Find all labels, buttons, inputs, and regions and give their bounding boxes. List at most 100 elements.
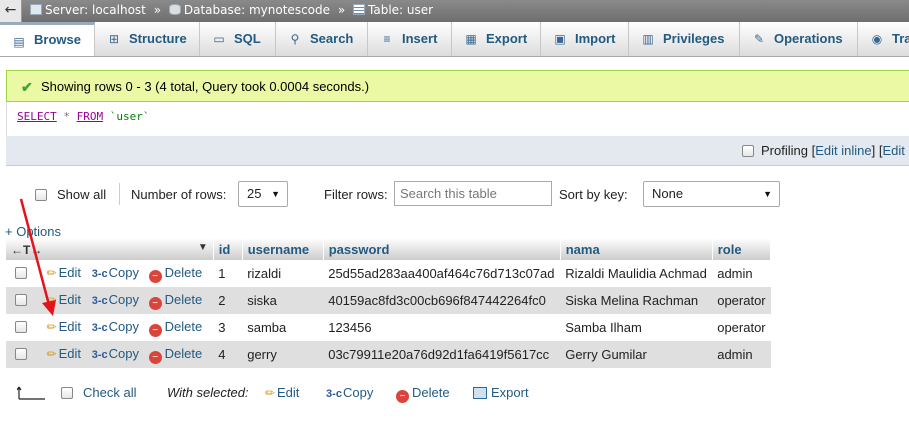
server-icon (30, 4, 42, 15)
tab-privileges[interactable]: ▥ Privileges (629, 22, 740, 56)
results-table: ←T→ ▼ id username password nama role ✏ Ed… (6, 238, 772, 368)
tab-browse[interactable]: ▤ Browse (0, 22, 95, 56)
tab-label: Search (310, 31, 354, 46)
tab-label: Tra (892, 31, 909, 46)
cell-nama[interactable]: Gerry Gumilar (560, 341, 713, 368)
bulk-delete-button[interactable]: − Delete (396, 385, 450, 403)
cell-username[interactable]: siska (242, 287, 324, 314)
delete-label: Delete (164, 291, 203, 307)
sql-star: * (63, 110, 70, 123)
cell-password[interactable]: 123456 (323, 314, 561, 341)
number-of-rows-label: Number of rows: (131, 187, 227, 202)
cell-role[interactable]: operator (712, 314, 771, 341)
bulk-edit-button[interactable]: ✏ Edit (263, 385, 299, 400)
sql-keyword-select[interactable]: SELECT (17, 110, 57, 123)
row-checkbox[interactable] (15, 320, 27, 333)
tab-export[interactable]: ▦ Export (452, 22, 541, 56)
cell-id[interactable]: 3 (213, 314, 243, 341)
show-all-checkbox[interactable] (35, 189, 47, 201)
header-role[interactable]: role (712, 238, 772, 260)
table-row: ✏ Edit 3-cCopy − Delete 3 samba 123456 Sam… (6, 314, 771, 341)
header-username[interactable]: username (242, 238, 324, 260)
tab-sql[interactable]: ▭ SQL (200, 22, 276, 56)
filter-rows-input[interactable] (394, 181, 552, 206)
row-delete-link[interactable]: − Delete (148, 345, 203, 364)
sql-keyword-from[interactable]: FROM (77, 110, 104, 123)
cell-role[interactable]: admin (712, 260, 771, 287)
sql-icon: ▭ (213, 32, 225, 46)
tab-search[interactable]: ⚲ Search (276, 22, 368, 56)
delete-label: Delete (164, 345, 203, 361)
bulk-copy-button[interactable]: 3-cCopy (325, 385, 373, 400)
cell-role[interactable]: admin (712, 341, 771, 368)
row-edit-link[interactable]: ✏ Edit (45, 292, 81, 307)
row-checkbox[interactable] (15, 293, 27, 306)
cell-nama[interactable]: Rizaldi Maulidia Achmad (560, 260, 713, 287)
cell-password[interactable]: 40159ac8fd3c00cb696f847442264fc0 (323, 287, 561, 314)
show-all-label[interactable]: Show all (57, 187, 106, 202)
select-arrow-icon (17, 386, 45, 400)
header-nama[interactable]: nama (560, 238, 713, 260)
row-copy-link[interactable]: 3-cCopy (91, 265, 139, 280)
copy-icon: 3-c (91, 348, 108, 361)
row-edit-link[interactable]: ✏ Edit (45, 346, 81, 361)
row-delete-link[interactable]: − Delete (148, 291, 203, 310)
back-arrow-icon[interactable]: ← (0, 0, 22, 22)
tab-operations[interactable]: ✎ Operations (740, 22, 858, 56)
header-row: ←T→ ▼ id username password nama role (6, 238, 772, 260)
row-checkbox[interactable] (15, 347, 27, 360)
row-copy-link[interactable]: 3-cCopy (91, 346, 139, 361)
pencil-icon: ✏ (46, 292, 57, 307)
sort-by-key-select[interactable]: None ▼ (643, 181, 780, 207)
bracket: ] [ (871, 143, 883, 158)
row-copy-link[interactable]: 3-cCopy (91, 292, 139, 307)
breadcrumb-database[interactable]: Database: mynotescode (184, 3, 330, 17)
profiling-checkbox[interactable] (742, 145, 754, 157)
copy-icon: 3-c (91, 321, 108, 334)
row-checkbox[interactable] (15, 266, 27, 279)
cell-password[interactable]: 03c79911e20a76d92d1fa6419f5617cc (323, 341, 561, 368)
tab-structure[interactable]: ⊞ Structure (95, 22, 200, 56)
insert-icon: ≡ (383, 32, 391, 46)
tab-insert[interactable]: ≡ Insert (368, 22, 452, 56)
row-edit-link[interactable]: ✏ Edit (45, 319, 81, 334)
cell-username[interactable]: gerry (242, 341, 324, 368)
row-actions: ✏ Edit 3-cCopy − Delete (6, 260, 214, 287)
check-all-link[interactable]: Check all (83, 385, 136, 400)
edit-query-link[interactable]: Edit (882, 143, 904, 158)
cell-nama[interactable]: Samba Ilham (560, 314, 713, 341)
number-of-rows-value: 25 (247, 186, 262, 201)
sort-by-key-value: None (652, 186, 684, 201)
edit-inline-link[interactable]: Edit inline (815, 143, 871, 158)
table-icon (353, 4, 366, 15)
cell-id[interactable]: 1 (213, 260, 243, 287)
row-edit-link[interactable]: ✏ Edit (45, 265, 81, 280)
cell-id[interactable]: 4 (213, 341, 243, 368)
number-of-rows-select[interactable]: 25 ▼ (238, 181, 288, 207)
tab-label: Structure (129, 31, 187, 46)
cell-id[interactable]: 2 (213, 287, 243, 314)
header-password[interactable]: password (323, 238, 561, 260)
breadcrumb-server[interactable]: Server: localhost (45, 3, 146, 17)
row-delete-link[interactable]: − Delete (148, 319, 202, 337)
cell-username[interactable]: samba (242, 314, 324, 341)
row-copy-link[interactable]: 3-cCopy (91, 319, 139, 334)
cell-password[interactable]: 25d55ad283aa400af464c76d713c07ad (323, 260, 561, 287)
delete-icon: − (148, 269, 162, 283)
column-toggle-arrows-icon[interactable]: ←T→ (11, 243, 42, 257)
check-all-checkbox[interactable] (61, 387, 73, 399)
sort-dropdown-icon[interactable]: ▼ (198, 242, 208, 253)
table-row: ✏ Edit 3-cCopy − Delete 2 siska 40159ac8fd… (6, 287, 771, 314)
row-delete-link[interactable]: − Delete (148, 265, 202, 283)
breadcrumb-table[interactable]: Table: user (368, 3, 433, 17)
header-id[interactable]: id (213, 238, 243, 260)
tab-tracking[interactable]: ◉ Tra (858, 22, 909, 56)
filter-rows-label: Filter rows: (324, 187, 388, 202)
breadcrumb: ← Server: localhost » Database: mynotesc… (0, 0, 909, 22)
bulk-export-button[interactable]: Export (473, 385, 529, 400)
cell-nama[interactable]: Siska Melina Rachman (560, 287, 713, 314)
cell-role[interactable]: operator (712, 287, 771, 314)
cell-username[interactable]: rizaldi (242, 260, 324, 287)
tab-import[interactable]: ▣ Import (541, 22, 629, 56)
options-link[interactable]: + Options (5, 224, 61, 239)
